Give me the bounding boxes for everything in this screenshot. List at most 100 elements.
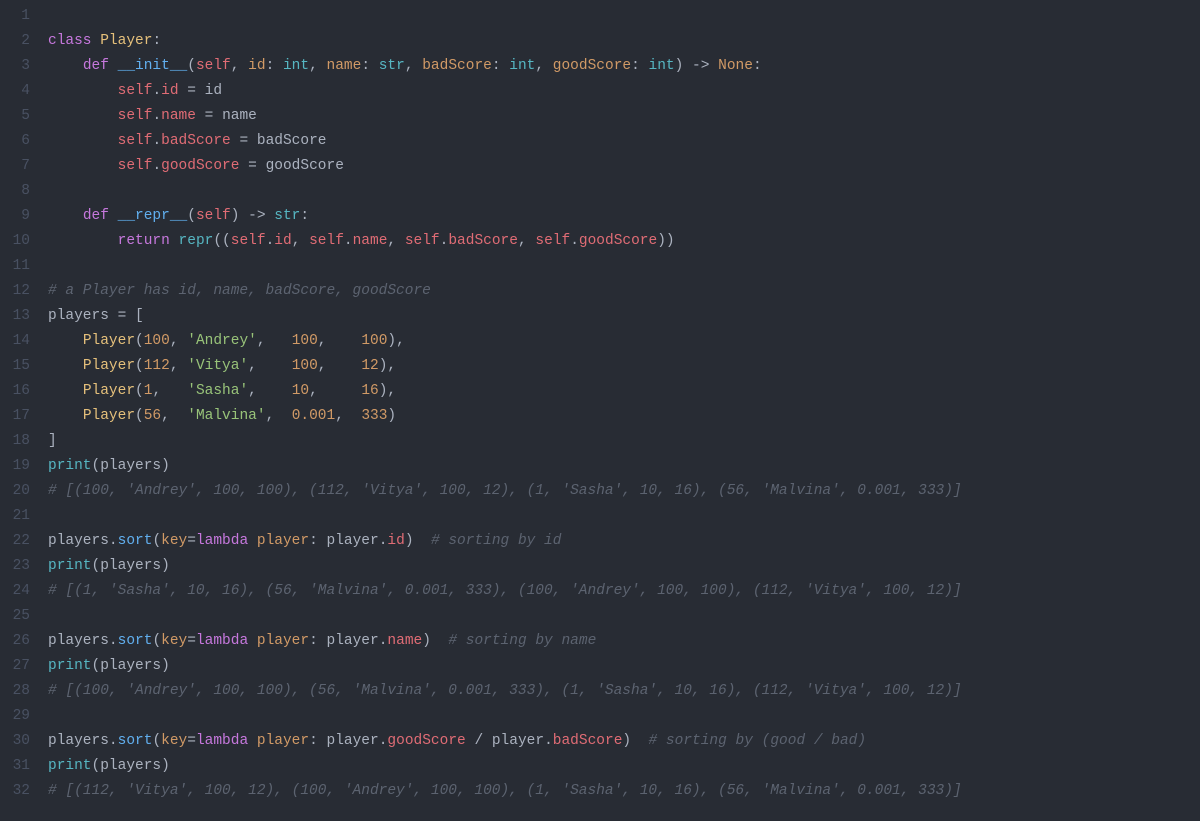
code-token: self	[196, 208, 231, 224]
code-line[interactable]: self.goodScore = goodScore	[48, 154, 1200, 179]
code-token: players	[100, 558, 161, 574]
code-line[interactable]: Player(56, 'Malvina', 0.001, 333)	[48, 404, 1200, 429]
code-token: 0.001	[292, 408, 336, 424]
code-line[interactable]: print(players)	[48, 654, 1200, 679]
code-token: :	[300, 208, 309, 224]
code-token: id	[387, 533, 404, 549]
code-token	[48, 333, 83, 349]
code-line[interactable]	[48, 504, 1200, 529]
code-token: .	[152, 83, 161, 99]
code-line[interactable]: print(players)	[48, 454, 1200, 479]
code-line[interactable]: def __init__(self, id: int, name: str, b…	[48, 54, 1200, 79]
code-token: player	[327, 533, 379, 549]
code-token: self	[118, 83, 153, 99]
code-token: (	[135, 408, 144, 424]
code-token: )	[161, 658, 170, 674]
code-line[interactable]: self.id = id	[48, 79, 1200, 104]
line-number: 5	[0, 104, 30, 129]
code-token: :	[361, 58, 378, 74]
line-number: 6	[0, 129, 30, 154]
line-number: 24	[0, 579, 30, 604]
code-line[interactable]: # [(100, 'Andrey', 100, 100), (112, 'Vit…	[48, 479, 1200, 504]
code-token: self	[118, 133, 153, 149]
code-token: print	[48, 558, 92, 574]
code-token: ,	[535, 58, 552, 74]
code-token: players	[48, 308, 109, 324]
code-token: None	[718, 58, 753, 74]
code-line[interactable]: ]	[48, 429, 1200, 454]
line-number: 21	[0, 504, 30, 529]
code-line[interactable]: print(players)	[48, 554, 1200, 579]
code-token: goodScore	[387, 733, 465, 749]
code-token: (	[92, 658, 101, 674]
code-line[interactable]	[48, 704, 1200, 729]
code-token: player	[327, 733, 379, 749]
line-number: 23	[0, 554, 30, 579]
code-token: sort	[118, 633, 153, 649]
code-token: player	[327, 633, 379, 649]
code-token: )	[422, 633, 448, 649]
line-number: 2	[0, 29, 30, 54]
code-line[interactable]: players = [	[48, 304, 1200, 329]
code-token: repr	[179, 233, 214, 249]
code-line[interactable]: # [(112, 'Vitya', 100, 12), (100, 'Andre…	[48, 779, 1200, 804]
code-token	[48, 208, 83, 224]
code-line[interactable]: self.name = name	[48, 104, 1200, 129]
code-line[interactable]	[48, 4, 1200, 29]
code-token: ,	[318, 358, 362, 374]
code-token: 'Andrey'	[187, 333, 257, 349]
code-token: :	[309, 533, 326, 549]
code-editor[interactable]: 1234567891011121314151617181920212223242…	[0, 0, 1200, 821]
code-line[interactable]	[48, 254, 1200, 279]
code-token: )	[161, 758, 170, 774]
code-line[interactable]	[48, 179, 1200, 204]
code-token: )	[622, 733, 648, 749]
code-token: badScore	[257, 133, 327, 149]
code-line[interactable]: Player(100, 'Andrey', 100, 100),	[48, 329, 1200, 354]
code-token: name	[222, 108, 257, 124]
code-token: =	[187, 533, 196, 549]
code-line[interactable]: players.sort(key=lambda player: player.i…	[48, 529, 1200, 554]
code-line[interactable]: def __repr__(self) -> str:	[48, 204, 1200, 229]
code-token: 12	[361, 358, 378, 374]
code-token: id	[274, 233, 291, 249]
code-token: ]	[48, 433, 57, 449]
code-line[interactable]: Player(1, 'Sasha', 10, 16),	[48, 379, 1200, 404]
code-token: def	[83, 58, 118, 74]
code-token: :	[309, 633, 326, 649]
code-token: goodScore	[553, 58, 631, 74]
code-token: goodScore	[579, 233, 657, 249]
code-token: .	[109, 533, 118, 549]
code-token	[248, 733, 257, 749]
code-line[interactable]: # a Player has id, name, badScore, goodS…	[48, 279, 1200, 304]
code-line[interactable]	[48, 604, 1200, 629]
code-token: =	[231, 133, 257, 149]
line-number: 27	[0, 654, 30, 679]
code-line[interactable]: print(players)	[48, 754, 1200, 779]
code-token: # [(100, 'Andrey', 100, 100), (112, 'Vit…	[48, 483, 962, 499]
code-line[interactable]: players.sort(key=lambda player: player.g…	[48, 729, 1200, 754]
code-area[interactable]: class Player: def __init__(self, id: int…	[48, 0, 1200, 821]
code-line[interactable]: # [(100, 'Andrey', 100, 100), (56, 'Malv…	[48, 679, 1200, 704]
code-line[interactable]: # [(1, 'Sasha', 10, 16), (56, 'Malvina',…	[48, 579, 1200, 604]
code-token: .	[152, 133, 161, 149]
code-line[interactable]: players.sort(key=lambda player: player.n…	[48, 629, 1200, 654]
code-token: player	[257, 533, 309, 549]
line-number: 29	[0, 704, 30, 729]
line-number: 10	[0, 229, 30, 254]
code-token: Player	[83, 358, 135, 374]
code-token	[248, 633, 257, 649]
code-token: )	[161, 558, 170, 574]
code-line[interactable]: return repr((self.id, self.name, self.ba…	[48, 229, 1200, 254]
line-number: 8	[0, 179, 30, 204]
code-token: )	[161, 458, 170, 474]
code-token: =	[196, 108, 222, 124]
code-token: .	[152, 108, 161, 124]
code-token: self	[118, 158, 153, 174]
code-token: 56	[144, 408, 161, 424]
code-line[interactable]: self.badScore = badScore	[48, 129, 1200, 154]
code-line[interactable]: Player(112, 'Vitya', 100, 12),	[48, 354, 1200, 379]
code-token: # [(100, 'Andrey', 100, 100), (56, 'Malv…	[48, 683, 962, 699]
code-token: id	[161, 83, 178, 99]
code-line[interactable]: class Player:	[48, 29, 1200, 54]
